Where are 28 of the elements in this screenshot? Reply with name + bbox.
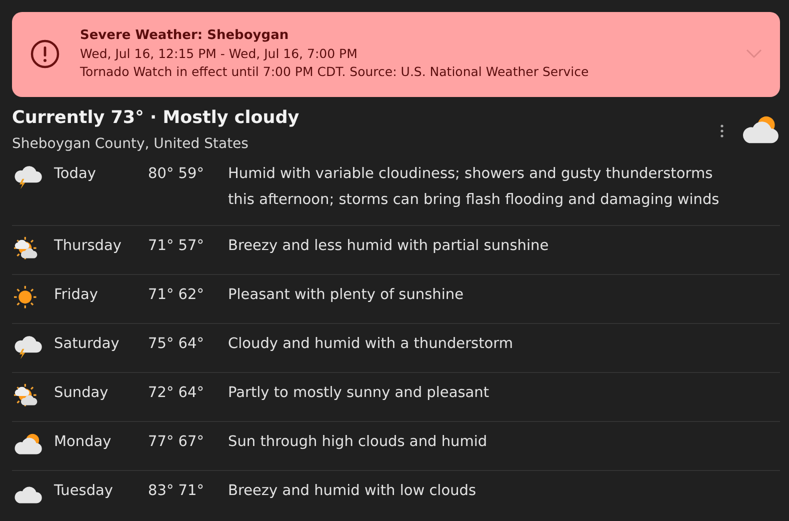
day-label: Friday — [54, 287, 99, 303]
temperature-range: 71° 62° — [148, 287, 206, 303]
day-label: Tuesday — [54, 483, 114, 499]
forecast-description: Humid with variable cloudiness; showers and gusty thunderstorms this afternoon; storms can bring flash flooding and damaging winds — [228, 165, 720, 210]
forecast-description: Pleasant with plenty of sunshine — [228, 286, 464, 305]
current-conditions: Currently 73° · Mostly cloudy — [12, 108, 300, 128]
forecast-description: Partly to mostly sunny and pleasant — [228, 384, 490, 403]
forecast-description: Breezy and less humid with partial sunshine — [228, 237, 550, 256]
forecast-description: Breezy and humid with low clouds — [228, 482, 478, 501]
alert-message: Tornado Watch in effect until 7:00 PM CDT. Source: U.S. National Weather Service — [80, 64, 590, 79]
more-options-icon[interactable] — [720, 124, 724, 138]
temperature-range: 83° 71° — [148, 483, 206, 499]
day-label: Sunday — [54, 385, 110, 401]
location-label: Sheboygan County, United States — [12, 136, 250, 152]
temperature-range: 80° 59° — [148, 166, 206, 182]
day-label: Saturday — [54, 336, 120, 352]
day-label: Monday — [54, 434, 112, 450]
forecast-description: Sun through high clouds and humid — [228, 433, 488, 452]
warning-icon — [30, 38, 60, 68]
temperature-range: 75° 64° — [148, 336, 206, 352]
forecast-description: Cloudy and humid with a thunderstorm — [228, 335, 514, 354]
temperature-range: 71° 57° — [148, 238, 206, 254]
alert-title: Severe Weather: Sheboygan — [80, 28, 290, 43]
temperature-range: 77° 67° — [148, 434, 206, 450]
day-label: Today — [54, 166, 97, 182]
temperature-range: 72° 64° — [148, 385, 206, 401]
alert-time: Wed, Jul 16, 12:15 PM - Wed, Jul 16, 7:00 PM — [80, 46, 358, 61]
day-label: Thursday — [54, 238, 122, 254]
